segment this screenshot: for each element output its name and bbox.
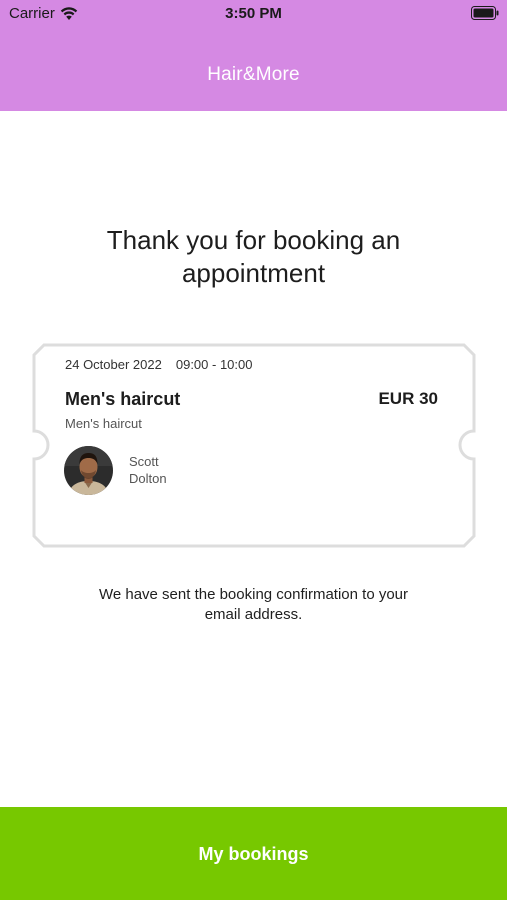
nav-title: Hair&More xyxy=(207,64,300,85)
status-time: 3:50 PM xyxy=(225,5,282,22)
header: Carrier 3:50 PM Hair&More xyxy=(0,0,507,111)
staff-first-name: Scott xyxy=(129,454,159,469)
battery-full-icon xyxy=(471,6,499,20)
status-bar: Carrier 3:50 PM xyxy=(0,0,507,28)
booking-confirmation-screen: Carrier 3:50 PM Hair&More Thank you for … xyxy=(0,0,507,900)
booking-time: 09:00 - 10:00 xyxy=(175,357,253,372)
page-title: Thank you for booking an appointment xyxy=(106,225,401,288)
booking-date-time: 24 October 2022 09:00 - 10:00 xyxy=(65,357,252,372)
ticket-outline xyxy=(32,343,476,548)
staff-last-name: Dolton xyxy=(129,471,167,486)
confirmation-message: We have sent the booking confirmation to… xyxy=(98,586,409,623)
service-name: Men's haircut xyxy=(65,389,181,409)
booking-date: 24 October 2022 xyxy=(65,357,162,372)
staff-avatar xyxy=(64,446,113,495)
service-subtitle: Men's haircut xyxy=(65,416,142,431)
booking-ticket-card[interactable]: 24 October 2022 09:00 - 10:00 Men's hairc… xyxy=(32,343,476,548)
my-bookings-button[interactable]: My bookings xyxy=(0,807,507,900)
staff-name: Scott Dolton xyxy=(129,453,167,487)
staff-photo xyxy=(64,446,113,495)
service-price: EUR 30 xyxy=(378,389,438,408)
